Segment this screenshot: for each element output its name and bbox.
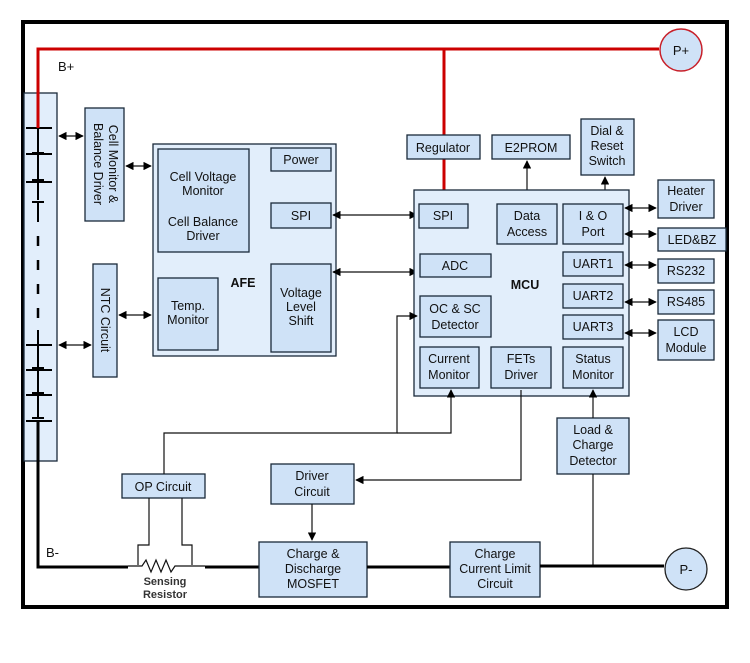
driver-circuit-line2: Circuit [294,485,330,499]
heater-line1: Heater [667,184,705,198]
dial-line3: Switch [589,154,626,168]
charge-limit-line2: Current Limit [459,562,531,576]
mcu-ocsc-line2: Detector [431,318,478,332]
mcu-current-monitor-line1: Current [428,352,470,366]
mcu-status-line2: Monitor [572,368,614,382]
mcu-fets-line1: FETs [507,352,535,366]
sensing-resistor-line1: Sensing [144,576,187,588]
rs485-label: RS485 [667,295,705,309]
afe-temp-line2: Monitor [167,313,209,327]
mcu-title: MCU [511,278,539,292]
mcu-spi-label: SPI [433,209,453,223]
mosfet-line1: Charge & [287,547,340,561]
p-plus-label: P+ [673,43,689,58]
mcu-uart3-label: UART3 [573,320,614,334]
afe-vls-line2: Level [286,300,316,314]
lcd-line1: LCD [673,325,698,339]
afe-cell-voltage-line2: Monitor [182,184,224,198]
b-plus-label: B+ [58,59,74,74]
mcu-adc-label: ADC [442,259,468,273]
battery-pack [23,92,58,462]
afe-cell-voltage-line1: Cell Voltage [170,170,237,184]
charge-limit-line3: Circuit [477,577,513,591]
mcu-data-access-line1: Data [514,209,540,223]
mcu-data-access-line2: Access [507,225,547,239]
lcd-line2: Module [666,341,707,355]
e2prom-label: E2PROM [505,141,558,155]
mcu-uart1-label: UART1 [573,257,614,271]
regulator-label: Regulator [416,141,470,155]
sensing-resistor-line2: Resistor [143,589,188,601]
dial-line2: Reset [591,139,624,153]
heater-line2: Driver [669,200,702,214]
mcu-status-line1: Status [575,352,610,366]
cell-monitor-label-1: Cell Monitor & [106,125,120,204]
mcu-ocsc-line1: OC & SC [429,302,480,316]
load-charge-line1: Load & [573,423,613,437]
afe-vls-line1: Voltage [280,286,322,300]
b-minus-label: B- [46,545,59,560]
afe-cell-balance-line2: Driver [186,229,219,243]
afe-vls-line3: Shift [288,314,314,328]
mcu-fets-line2: Driver [504,368,537,382]
mosfet-line3: MOSFET [287,577,339,591]
afe-title: AFE [231,276,256,290]
load-charge-line3: Detector [569,454,616,468]
afe-spi-label: SPI [291,209,311,223]
mosfet-line2: Discharge [285,562,341,576]
dial-line1: Dial & [590,124,624,138]
load-charge-line2: Charge [573,438,614,452]
mcu-uart2-label: UART2 [573,289,614,303]
rs232-label: RS232 [667,264,705,278]
cell-monitor-label-2: Balance Driver [91,123,105,205]
p-minus-label: P- [680,562,693,577]
op-circuit-label: OP Circuit [135,480,192,494]
driver-circuit-line1: Driver [295,469,328,483]
afe-power-label: Power [283,153,318,167]
ntc-label: NTC Circuit [98,288,112,353]
mcu-current-monitor-line2: Monitor [428,368,470,382]
led-bz-label: LED&BZ [668,233,717,247]
bms-block-diagram: B+ P+ Cell Monitor & Balance Driver NTC … [21,20,729,609]
afe-cell-balance-line1: Cell Balance [168,215,238,229]
mcu-io-line1: I & O [579,209,608,223]
mcu-io-line2: Port [582,225,605,239]
afe-temp-line1: Temp. [171,299,205,313]
charge-limit-line1: Charge [475,547,516,561]
